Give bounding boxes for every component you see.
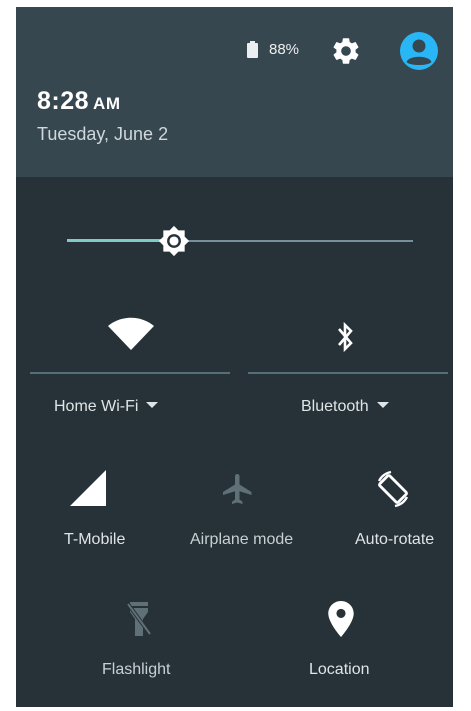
user-avatar-icon[interactable] <box>400 32 438 70</box>
status-header: 88% 8:28 AM Tuesday, June 2 <box>16 7 453 177</box>
wifi-label-text: Home Wi-Fi <box>54 398 139 415</box>
clock-date[interactable]: Tuesday, June 2 <box>37 124 168 145</box>
battery-icon <box>247 41 258 58</box>
bluetooth-icon[interactable] <box>333 321 357 353</box>
wifi-icon[interactable] <box>108 316 154 352</box>
brightness-icon[interactable] <box>158 225 190 257</box>
quick-settings-panel: 88% 8:28 AM Tuesday, June 2 Home Wi-Fi Bl… <box>16 7 453 707</box>
cellular-label[interactable]: T-Mobile <box>64 531 125 549</box>
flashlight-icon[interactable] <box>126 600 152 638</box>
wifi-dropdown-icon <box>146 401 159 408</box>
bluetooth-tile-label[interactable]: Bluetooth <box>301 398 389 416</box>
wifi-divider <box>30 372 230 374</box>
location-pin-icon[interactable] <box>328 601 354 637</box>
bluetooth-dropdown-icon <box>376 401 389 408</box>
battery-percent: 88% <box>269 41 300 58</box>
clock-hours-minutes: 8:28 <box>37 87 90 115</box>
auto-rotate-icon[interactable] <box>371 467 415 511</box>
airplane-icon[interactable] <box>220 471 256 507</box>
clock-time[interactable]: 8:28 AM <box>37 87 121 116</box>
auto-rotate-label[interactable]: Auto-rotate <box>355 531 434 549</box>
clock-ampm: AM <box>93 94 121 113</box>
airplane-label[interactable]: Airplane mode <box>190 531 293 549</box>
location-label[interactable]: Location <box>309 661 370 679</box>
flashlight-label[interactable]: Flashlight <box>102 661 170 679</box>
cellular-signal-icon[interactable] <box>70 470 106 506</box>
bluetooth-divider <box>248 372 448 374</box>
bluetooth-label-text: Bluetooth <box>301 398 369 415</box>
settings-gear-icon[interactable] <box>330 35 362 67</box>
wifi-tile-label[interactable]: Home Wi-Fi <box>54 398 159 416</box>
